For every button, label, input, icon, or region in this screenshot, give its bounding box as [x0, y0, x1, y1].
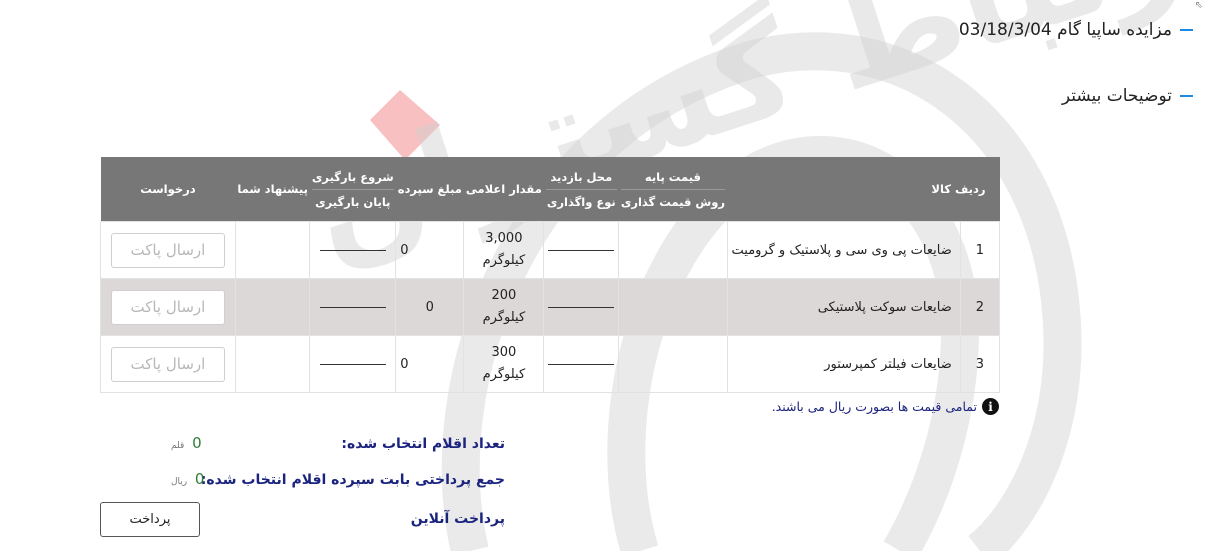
col-loading-end-label: پایان بارگیری [311, 188, 394, 209]
row-qty: 300 [491, 345, 517, 360]
row-qty: 200 [491, 288, 517, 303]
info-icon: i [982, 398, 999, 415]
col-deposit-amount: مبلغ سپرده [395, 157, 464, 222]
empty-line [319, 249, 386, 251]
col-base-price-label: قیمت پایه [644, 169, 701, 184]
selected-count-value: 0 قلم [171, 434, 202, 452]
col-row-goods: ردیف کالا [727, 157, 1000, 222]
col-loading-start-label: شروع بارگیری [311, 169, 394, 184]
total-payment-value: 0 ریال [171, 470, 204, 488]
row-goods-name: ضایعات فیلتر کمپرستور [726, 335, 961, 393]
row-base-price [618, 278, 728, 336]
row-index: 2 [959, 278, 1001, 336]
row-unit: کیلوگرم [482, 367, 526, 382]
total-payment-unit: ریال [171, 477, 188, 487]
rial-note: i تمامی قیمت ها بصورت ریال می باشند. [772, 398, 999, 415]
row-loading [309, 335, 397, 393]
col-loading: شروع بارگیری پایان بارگیری [309, 157, 396, 222]
selected-count-unit: قلم [171, 441, 185, 451]
row-index: 1 [959, 221, 1001, 279]
col-base-price: قیمت پایه روش قیمت گذاری [618, 157, 727, 222]
row-loading [309, 221, 397, 279]
row-deposit: 0 [395, 335, 465, 393]
selected-count-label: تعداد اقلام انتخاب شده: [341, 436, 505, 452]
row-loading [309, 278, 397, 336]
empty-line [548, 363, 615, 365]
more-details-text: توضیحات بیشتر [1061, 86, 1172, 106]
row-visit-place [543, 221, 620, 279]
row-deposit: 0 [395, 278, 465, 336]
row-qty: 3,000 [485, 231, 523, 246]
row-base-price [618, 335, 728, 393]
row-unit: کیلوگرم [482, 253, 526, 268]
cursor-icon: ⇖ [1194, 0, 1203, 11]
empty-line [319, 306, 386, 308]
col-your-offer: پیشنهاد شما [235, 157, 310, 222]
empty-line [319, 363, 386, 365]
total-payment-number: 0 [194, 470, 205, 488]
row-request: ارسال پاکت [100, 278, 236, 336]
col-declared-amount: مقدار اعلامی [463, 157, 544, 222]
more-details-link[interactable]: توضیحات بیشتر [1062, 86, 1193, 106]
row-request: ارسال پاکت [100, 335, 236, 393]
send-envelope-button[interactable]: ارسال پاکت [110, 346, 225, 382]
col-assignment-type-label: نوع واگذاری [545, 188, 617, 209]
dash-icon [1180, 29, 1193, 31]
col-visit-place: محل بازدید نوع واگذاری [543, 157, 619, 222]
row-offer [234, 278, 311, 336]
col-visit-place-label: محل بازدید [550, 169, 613, 184]
online-payment-label: پرداخت آنلاین [410, 511, 505, 527]
row-visit-place [543, 278, 620, 336]
pay-button[interactable]: پرداخت [100, 502, 200, 537]
send-envelope-button[interactable]: ارسال پاکت [110, 289, 225, 325]
auction-title[interactable]: مزایده ساپیا گام 03/18/3/04 [959, 20, 1193, 40]
rial-note-text: تمامی قیمت ها بصورت ریال می باشند. [771, 399, 977, 414]
total-payment-label: جمع پرداختی بابت سپرده اقلام انتخاب شده: [200, 472, 505, 488]
row-index: 3 [959, 335, 1001, 393]
empty-line [548, 249, 615, 251]
empty-line [548, 306, 615, 308]
row-declared-amount: 300 کیلوگرم [463, 335, 545, 393]
col-pricing-method-label: روش قیمت گذاری [620, 188, 725, 209]
row-base-price [618, 221, 728, 279]
table-row: 2 ضایعات سوکت پلاستیکی 200 کیلوگرم 0 ارس… [100, 278, 1001, 336]
row-declared-amount: 200 کیلوگرم [463, 278, 545, 336]
row-offer [234, 221, 311, 279]
row-deposit: 0 [395, 221, 465, 279]
goods-table: ردیف کالا قیمت پایه روش قیمت گذاری محل ب… [100, 157, 1001, 393]
table-row: 1 ضایعات پی وی سی و پلاستیک و گرومیت 3,0… [100, 221, 1001, 279]
dash-icon [1180, 95, 1193, 97]
row-unit: کیلوگرم [482, 310, 526, 325]
row-request: ارسال پاکت [100, 221, 236, 279]
auction-title-text: مزایده ساپیا گام 03/18/3/04 [958, 20, 1172, 40]
table-row: 3 ضایعات فیلتر کمپرستور 300 کیلوگرم 0 ار… [100, 335, 1001, 393]
col-request: درخواست [100, 157, 236, 222]
selected-count-number: 0 [192, 434, 202, 452]
row-declared-amount: 3,000 کیلوگرم [463, 221, 545, 279]
row-visit-place [543, 335, 620, 393]
row-goods-name: ضایعات پی وی سی و پلاستیک و گرومیت [726, 221, 961, 279]
send-envelope-button[interactable]: ارسال پاکت [110, 232, 225, 268]
row-goods-name: ضایعات سوکت پلاستیکی [726, 278, 961, 336]
table-header-row: ردیف کالا قیمت پایه روش قیمت گذاری محل ب… [100, 157, 1000, 222]
row-offer [234, 335, 311, 393]
